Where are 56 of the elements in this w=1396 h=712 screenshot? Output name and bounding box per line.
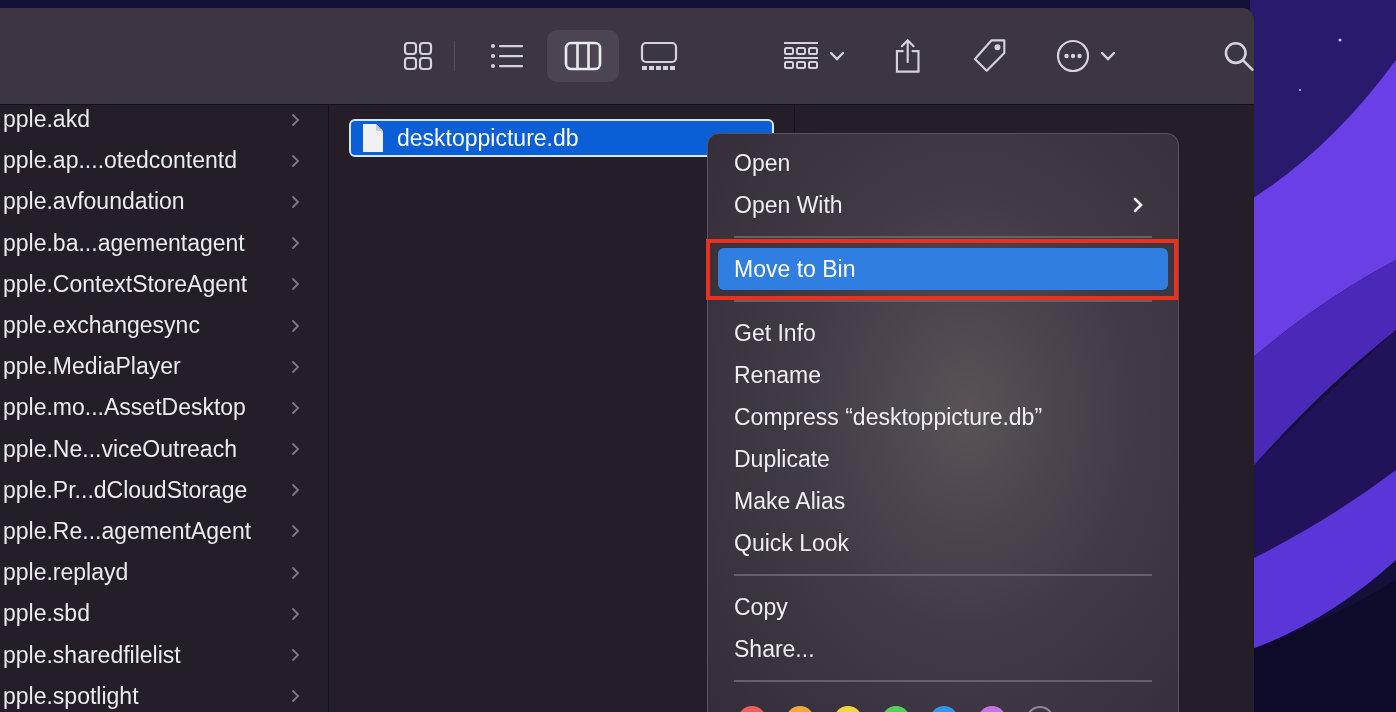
menu-item[interactable]: Move to Bin — [718, 248, 1168, 290]
more-button[interactable] — [1055, 39, 1116, 73]
chevron-icon — [291, 606, 300, 621]
document-icon — [361, 123, 385, 153]
menu-item[interactable]: Make Alias — [718, 480, 1168, 522]
group-icon — [783, 41, 819, 71]
chevron-icon — [291, 194, 300, 209]
chevron-icon — [291, 318, 300, 333]
column-view-button[interactable] — [547, 30, 619, 82]
folder-name[interactable]: pple.spotlight — [3, 682, 139, 710]
chevron-icon — [291, 277, 300, 292]
columns-icon — [564, 41, 602, 71]
chevron-icon — [291, 400, 300, 415]
list-icon — [490, 42, 524, 70]
chevron-icon — [291, 442, 300, 457]
chevron-icon — [291, 359, 300, 374]
chevron-icon — [291, 524, 300, 539]
chevron-icon — [291, 483, 300, 498]
menu-item[interactable]: Compress “desktoppicture.db” — [718, 396, 1168, 438]
folder-name[interactable]: pple.sbd — [3, 600, 90, 628]
menu-item[interactable]: Duplicate — [718, 438, 1168, 480]
grid-icon — [402, 40, 434, 72]
tag-icon[interactable] — [972, 38, 1008, 74]
folder-name[interactable]: pple.Pr...dCloudStorage — [3, 476, 248, 504]
chevron-icon — [291, 236, 300, 251]
gallery-icon — [640, 41, 678, 71]
folder-name[interactable]: pple.replayd — [3, 559, 129, 587]
folder-name[interactable]: pple.ap....otedcontentd — [3, 147, 238, 175]
folder-name[interactable]: pple.MediaPlayer — [3, 353, 181, 381]
menu-item[interactable]: Quick Look — [718, 522, 1168, 564]
folder-name[interactable]: pple.akd — [3, 106, 90, 134]
folder-name[interactable]: pple.Ne...viceOutreach — [3, 435, 237, 463]
chevron-icon — [291, 648, 300, 663]
menu-item[interactable]: Get Info — [718, 312, 1168, 354]
menu-item[interactable]: Open With — [718, 184, 1168, 226]
chevron-icon — [291, 565, 300, 580]
chevron-icon — [1132, 196, 1144, 214]
chevron-icon — [291, 112, 300, 127]
folder-name[interactable]: pple.mo...AssetDesktop — [3, 394, 246, 422]
folder-name[interactable]: pple.Re...agementAgent — [3, 517, 252, 545]
folder-name[interactable]: pple.exchangesync — [3, 312, 200, 340]
group-button[interactable] — [783, 41, 845, 71]
menu-item[interactable]: Share... — [718, 628, 1168, 670]
more-icon — [1055, 39, 1090, 73]
search-icon[interactable] — [1222, 40, 1254, 72]
folder-name[interactable]: pple.ContextStoreAgent — [3, 270, 248, 298]
chevron-icon — [291, 689, 300, 704]
menu-item[interactable]: Rename — [718, 354, 1168, 396]
folder-name[interactable]: pple.sharedfilelist — [3, 641, 181, 669]
menu-item[interactable]: Copy — [718, 586, 1168, 628]
folder-name[interactable]: pple.ba...agementagent — [3, 229, 245, 257]
chevron-icon — [291, 153, 300, 168]
chevron-down-icon — [829, 51, 845, 61]
chevron-down-icon — [1099, 51, 1116, 61]
share-icon[interactable] — [893, 38, 923, 74]
folder-name[interactable]: pple.avfoundation — [3, 188, 185, 216]
